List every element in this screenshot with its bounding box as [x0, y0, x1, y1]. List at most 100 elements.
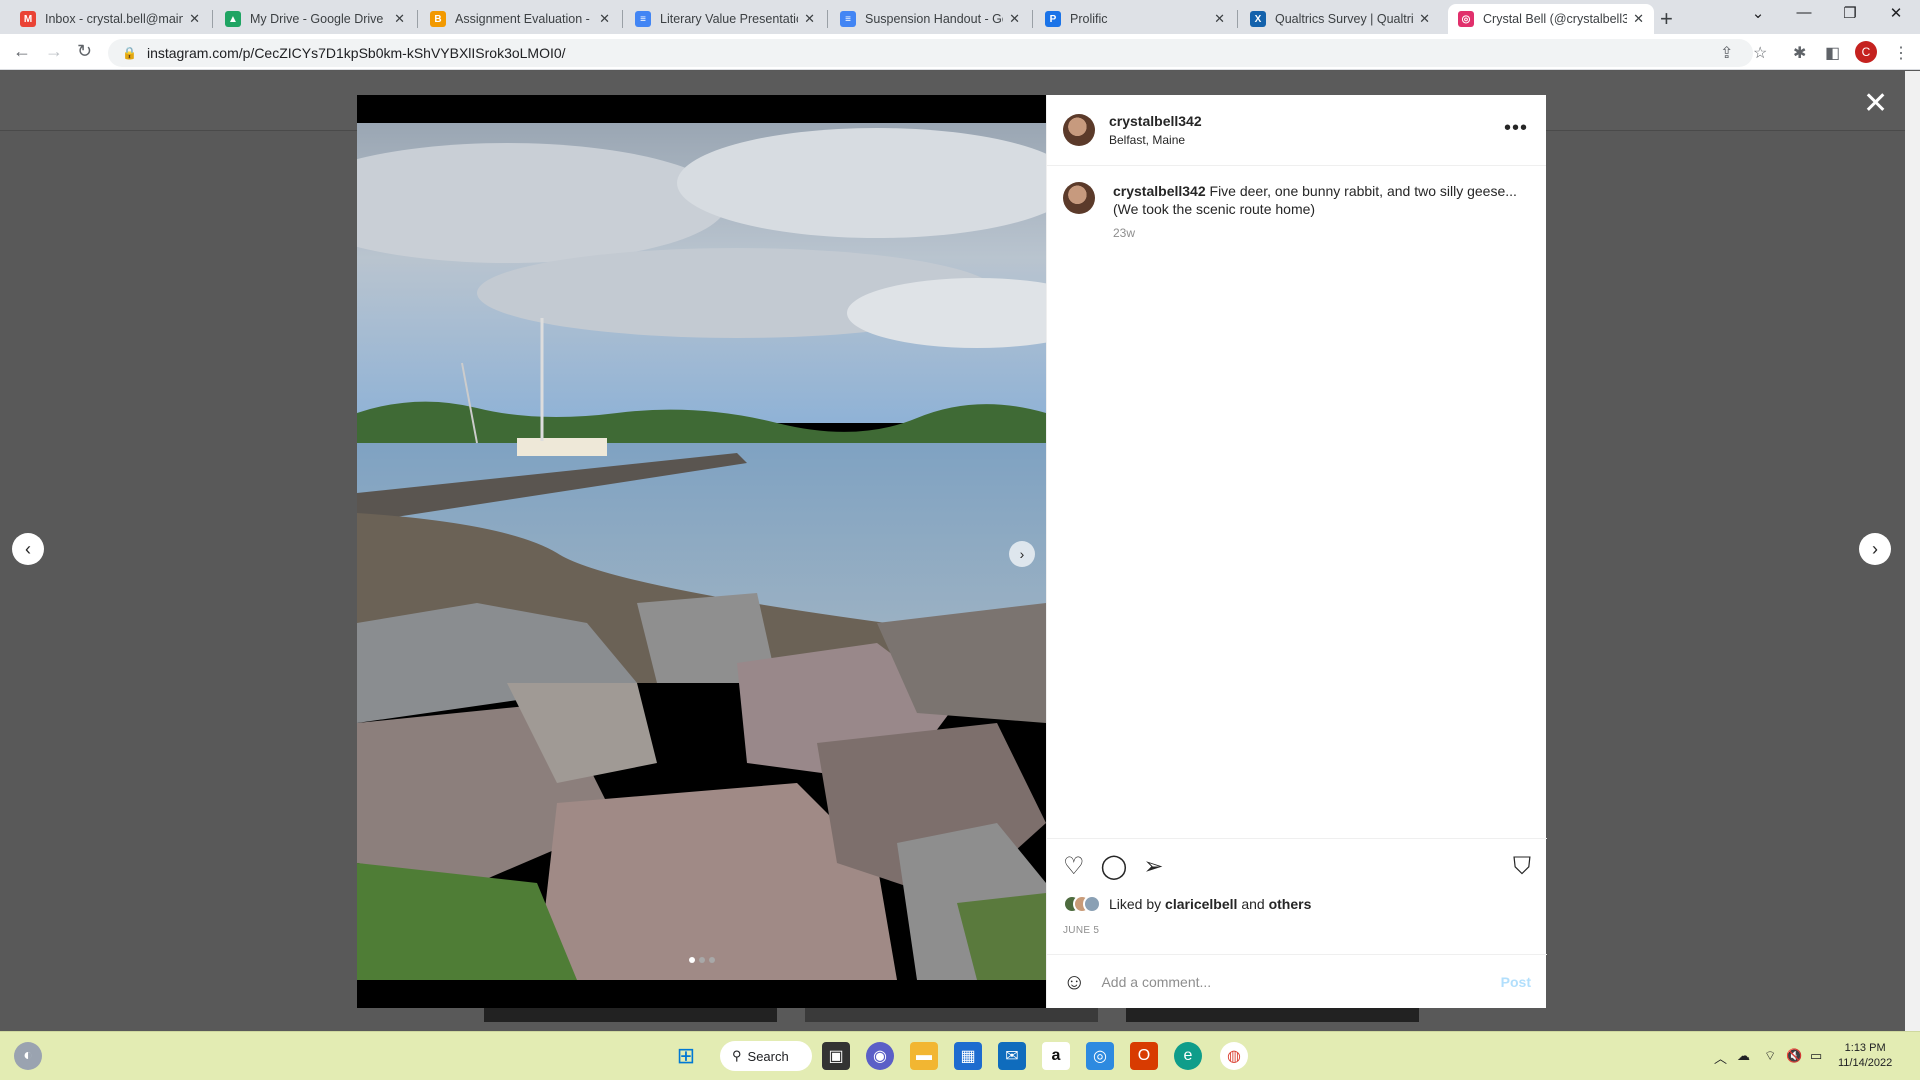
- qualtrics-icon: X: [1250, 11, 1266, 27]
- next-post-button[interactable]: ›: [1859, 533, 1891, 565]
- file-explorer-icon[interactable]: ▬: [910, 1042, 938, 1070]
- clock-time: 1:13 PM: [1844, 1042, 1886, 1054]
- lock-icon: 🔒: [122, 46, 137, 60]
- taskbar-search-label: Search: [747, 1048, 789, 1064]
- post-location[interactable]: Belfast, Maine: [1109, 133, 1202, 147]
- browser-toolbar: ← → ↻ 🔒 instagram.com/p/CecZICYs7D1kpSb0…: [0, 34, 1920, 70]
- browser-tab[interactable]: B Assignment Evaluation - M ✕: [420, 4, 620, 34]
- liked-by-user[interactable]: claricelbell: [1165, 896, 1237, 912]
- wifi-icon[interactable]: ⌔: [1764, 1048, 1776, 1064]
- comment-bubble-icon[interactable]: ◯: [1101, 855, 1128, 879]
- browser-tab[interactable]: ≡ Suspension Handout - Goo ✕: [830, 4, 1030, 34]
- carousel-dots: [357, 957, 1046, 963]
- prolific-icon: P: [1045, 11, 1061, 27]
- close-tab-icon[interactable]: ✕: [1633, 11, 1644, 27]
- previous-post-button[interactable]: ‹: [12, 533, 44, 565]
- tab-separator: [622, 10, 623, 28]
- browser-tab[interactable]: ◎ Crystal Bell (@crystalbell34 ✕: [1448, 4, 1654, 34]
- minimize-button[interactable]: —: [1781, 4, 1827, 21]
- browser-tab[interactable]: P Prolific ✕: [1035, 4, 1235, 34]
- battery-icon[interactable]: ▭: [1810, 1048, 1822, 1064]
- post-date[interactable]: JUNE 5: [1063, 925, 1531, 936]
- tab-title: Prolific: [1070, 12, 1108, 26]
- post-modal: › crystalbell342 Belfast, Maine ••• crys…: [357, 95, 1547, 1008]
- close-tab-icon[interactable]: ✕: [394, 11, 405, 27]
- post-comment-button[interactable]: Post: [1501, 974, 1531, 990]
- new-tab-button[interactable]: +: [1660, 6, 1673, 32]
- task-view-icon[interactable]: ▣: [822, 1042, 850, 1070]
- browser-tab-bar: M Inbox - crystal.bell@maine ✕ ▲ My Drive - …: [0, 0, 1920, 34]
- like-heart-icon[interactable]: ♡: [1063, 855, 1085, 879]
- tab-separator: [212, 10, 213, 28]
- share-paper-plane-icon[interactable]: ➢: [1143, 855, 1163, 879]
- scrollbar-up-arrow[interactable]: [1908, 73, 1917, 79]
- emoji-picker-icon[interactable]: ☺: [1063, 969, 1085, 995]
- close-tab-icon[interactable]: ✕: [804, 11, 815, 27]
- back-button[interactable]: ←: [13, 41, 31, 62]
- bookmark-star-icon[interactable]: ☆: [1753, 43, 1767, 63]
- extensions-icon[interactable]: ✱: [1793, 43, 1806, 63]
- liker-avatar[interactable]: [1083, 895, 1101, 913]
- forward-button[interactable]: →: [45, 41, 63, 62]
- edge-browser-icon[interactable]: e: [1174, 1042, 1202, 1070]
- mail-icon[interactable]: ✉: [998, 1042, 1026, 1070]
- page-scrollbar[interactable]: [1905, 71, 1920, 1031]
- profile-avatar[interactable]: C: [1855, 41, 1877, 63]
- tab-search-chevron-icon[interactable]: ⌄: [1735, 4, 1781, 22]
- caption-age[interactable]: 23w: [1113, 224, 1530, 242]
- author-username[interactable]: crystalbell342: [1109, 113, 1202, 129]
- close-tab-icon[interactable]: ✕: [1419, 11, 1430, 27]
- post-actions: ♡ ◯ ➢ ⛉ Liked by claricelbell and others…: [1047, 838, 1547, 936]
- reload-button[interactable]: ↻: [77, 41, 92, 62]
- onedrive-icon[interactable]: ☁: [1737, 1048, 1750, 1064]
- office-icon[interactable]: O: [1130, 1042, 1158, 1070]
- close-modal-icon[interactable]: ✕: [1863, 86, 1888, 121]
- carousel-next-button[interactable]: ›: [1009, 541, 1035, 567]
- amazon-icon[interactable]: a: [1042, 1042, 1070, 1070]
- close-tab-icon[interactable]: ✕: [189, 11, 200, 27]
- browser-tab[interactable]: M Inbox - crystal.bell@maine ✕: [10, 4, 210, 34]
- liked-by-others[interactable]: others: [1269, 896, 1312, 912]
- close-tab-icon[interactable]: ✕: [1214, 11, 1225, 27]
- gmail-icon: M: [20, 11, 36, 27]
- taskbar-search-button[interactable]: ⚲ Search: [720, 1041, 812, 1071]
- app-icon[interactable]: ◎: [1086, 1042, 1114, 1070]
- background-thumbnail: [805, 1006, 1098, 1022]
- save-bookmark-icon[interactable]: ⛉: [1513, 855, 1531, 879]
- address-bar[interactable]: 🔒 instagram.com/p/CecZICYs7D1kpSb0km-kSh…: [108, 39, 1753, 67]
- browser-tab[interactable]: ≡ Literary Value Presentation ✕: [625, 4, 825, 34]
- author-avatar[interactable]: [1063, 114, 1095, 146]
- microsoft-store-icon[interactable]: ▦: [954, 1042, 982, 1070]
- more-options-icon[interactable]: •••: [1504, 117, 1528, 140]
- chrome-browser-icon[interactable]: ◍: [1220, 1042, 1248, 1070]
- post-details-panel: crystalbell342 Belfast, Maine ••• crysta…: [1046, 95, 1547, 1008]
- caption-avatar[interactable]: [1063, 182, 1095, 214]
- browser-tab[interactable]: ▲ My Drive - Google Drive ✕: [215, 4, 415, 34]
- tray-chevron-icon[interactable]: ︿: [1714, 1048, 1727, 1067]
- browser-tab[interactable]: X Qualtrics Survey | Qualtrics ✕: [1240, 4, 1440, 34]
- google-docs-icon: ≡: [635, 11, 651, 27]
- liked-by-join: and: [1241, 896, 1265, 912]
- liked-by-prefix: Liked by: [1109, 896, 1162, 912]
- harbor-photo-image: [357, 123, 1046, 980]
- close-tab-icon[interactable]: ✕: [599, 11, 610, 27]
- caption-username[interactable]: crystalbell342: [1113, 183, 1206, 199]
- windows-start-icon[interactable]: ⊞: [672, 1042, 700, 1070]
- system-clock[interactable]: 1:13 PM 11/14/2022: [1838, 1041, 1892, 1071]
- menu-kebab-icon[interactable]: ⋮: [1893, 43, 1909, 63]
- carousel-dot: [708, 957, 715, 963]
- teams-chat-icon[interactable]: ◉: [866, 1042, 894, 1070]
- restore-button[interactable]: ❐: [1827, 4, 1873, 22]
- likes-summary: Liked by claricelbell and others: [1063, 895, 1531, 913]
- comment-input[interactable]: [1101, 973, 1501, 990]
- post-photo[interactable]: ›: [357, 95, 1046, 1008]
- tab-separator: [1237, 10, 1238, 28]
- volume-muted-icon[interactable]: 🔇: [1786, 1048, 1802, 1064]
- close-tab-icon[interactable]: ✕: [1009, 11, 1020, 27]
- close-window-button[interactable]: ✕: [1873, 4, 1919, 22]
- side-panel-icon[interactable]: ◧: [1825, 43, 1840, 63]
- carousel-dot: [688, 957, 695, 963]
- post-caption: crystalbell342 Five deer, one bunny rabb…: [1047, 166, 1546, 242]
- share-icon[interactable]: ⇪: [1720, 43, 1733, 63]
- weather-widget-icon[interactable]: ◐: [14, 1042, 42, 1070]
